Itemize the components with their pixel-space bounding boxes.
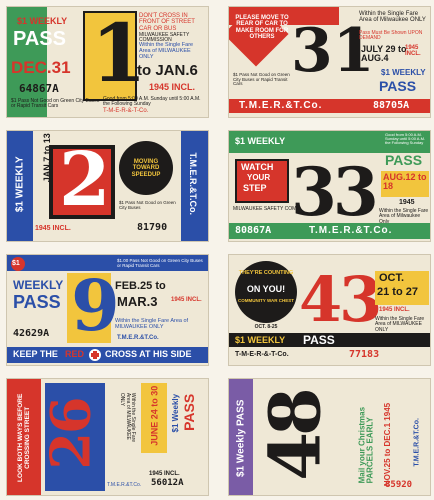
date-range: JUNE 24 to 30 — [149, 385, 160, 446]
serial-number: 77183 — [349, 349, 380, 360]
area-text: Within the Single Fare Area of MILWAUKEE… — [375, 316, 425, 333]
demand-text: Pass Must Be Shown UPON DEMAND — [359, 30, 423, 42]
pass-kicker: $1 Weekly — [171, 393, 181, 433]
year-text: 1945 INCL. — [379, 307, 410, 313]
year-text: 1945 INCL. — [149, 471, 180, 477]
date-range: 21 to 27 — [377, 286, 418, 298]
badge-line-1: WATCH — [241, 162, 274, 172]
pass-title: PASS — [385, 152, 423, 168]
pass-title: PASS — [379, 78, 417, 94]
serial-number: 88705A — [373, 100, 410, 111]
company-name: T-M-E-R-&-T-Co. — [103, 108, 149, 114]
pass-title: $1 Weekly PASS — [235, 399, 247, 477]
pass-number: 33 — [291, 153, 379, 231]
pass-title: PASS — [181, 393, 198, 431]
restriction-note: $1 Pass Not Good on Green City Buses or … — [11, 98, 100, 110]
emblem-line-2: ON YOU! — [246, 284, 286, 294]
date-range: JULY 29 to AUG.4 — [361, 44, 407, 64]
serial-number: 80867A — [235, 225, 272, 236]
pass-card-33: $1 WEEKLY PASS WATCH YOUR STEP MILWAUKEE… — [228, 130, 431, 242]
serial-number: 85920 — [385, 480, 413, 490]
date-range: AUG.12 to 18 — [383, 172, 427, 192]
pass-title: PASS — [13, 28, 66, 50]
pass-title: $1 WEEKLY — [14, 156, 26, 213]
pass-number: 48 — [253, 391, 337, 481]
restriction-note: $1.00 Pass Not Good on Green City Buses … — [117, 258, 203, 268]
pass-kicker: $1 WEEKLY — [17, 16, 68, 26]
emblem-line-3: COMMUNITY WAR CHEST — [238, 298, 294, 303]
date-range: NOV.25 to DEC.1 1945 — [382, 402, 392, 487]
company-name: T.M.E.R.&T.Co. — [187, 152, 198, 215]
restriction-note: $1 Pass Not Good on Green City Buses or … — [233, 72, 290, 87]
end-date: to JAN.6 — [137, 62, 198, 79]
company-name: T.M.E.R.&T.Co. — [413, 418, 421, 467]
company-name: T.M.E.R.&T.Co. — [309, 225, 393, 236]
validity-text: Good from 5:00 A.M. Sunday until 5:00 A.… — [103, 96, 201, 108]
pass-card-9: $1 $1.00 Pass Not Good on Green City Bus… — [6, 254, 209, 366]
safety-slogan: LOOK BOTH WAYS BEFORE CROSSING STREET — [17, 393, 31, 482]
pass-card-43: THEY'RE COUNTING ON YOU! COMMUNITY WAR C… — [228, 254, 431, 366]
date-end: MAR.3 — [117, 294, 158, 309]
validity-text: Good from 5:00 A.M. Sunday until 5:00 A.… — [385, 132, 426, 146]
company-name: T.M.E.R.&T.Co. — [239, 100, 323, 111]
pass-number: 2 — [59, 137, 111, 223]
year-text: 1945 INCL. — [171, 297, 202, 303]
pass-card-2: $1 WEEKLY JAN.7 to 13 2 MOVING TOWARD SP… — [6, 130, 209, 242]
emblem-line-4: OCT. 8-25 — [254, 324, 278, 330]
pass-kicker: $1 WEEKLY — [235, 335, 286, 345]
pass-card-26: LOOK BOTH WAYS BEFORE CROSSING STREET 26… — [6, 378, 209, 496]
serial-number: 64867A — [19, 82, 59, 95]
pass-card-31: PLEASE MOVE TO REAR OF CAR TO MAKE ROOM … — [228, 6, 431, 118]
pass-card-1: $1 WEEKLY PASS DEC.31 1 DON'T CROSS IN F… — [6, 6, 209, 118]
pass-title-pass: PASS — [13, 292, 61, 312]
speedup-text: MOVING TOWARD SPEEDUP — [131, 159, 161, 178]
area-text: Within the Single Fare Area of MILWAUKEE… — [119, 392, 136, 443]
company-name: T.M.E.R.&T.Co. — [117, 335, 159, 341]
pass-number: 9 — [71, 264, 120, 347]
safety-text: MILWAUKEE SAFETY COM. — [233, 206, 298, 212]
courtesy-banner: PLEASE MOVE TO REAR OF CAR TO MAKE ROOM … — [235, 15, 289, 40]
footer-red: RED — [65, 349, 85, 359]
pass-card-48: $1 Weekly PASS 48 Mail your Christmas PA… — [228, 378, 431, 496]
pass-kicker: $1 WEEKLY — [381, 68, 426, 77]
date-month: OCT. — [379, 272, 405, 284]
year-text: 1945 — [399, 199, 415, 206]
warning-text: DON'T CROSS IN FRONT OF STREET CAR OR BU… — [139, 13, 195, 32]
pass-number: 26 — [38, 398, 103, 470]
year-text: 1945 INCL. — [35, 225, 71, 232]
christmas-message: Mail your Christmas PARCELS EARLY — [357, 406, 375, 484]
restriction-note: $1 Pass Not Good on Green City Buses — [119, 200, 176, 210]
pass-title: PASS — [303, 333, 335, 347]
company-name: T-M-E-R-&-T-Co. — [235, 351, 289, 358]
company-name: T.M.E.R.&T.Co. — [107, 482, 142, 488]
pass-kicker: $1 WEEKLY — [235, 136, 286, 146]
date-start: FEB.25 to — [115, 280, 166, 292]
pass-title-weekly: WEEKLY — [13, 278, 64, 292]
emblem-line-1: THEY'RE COUNTING — [238, 270, 294, 276]
pass-kicker: $1 — [12, 260, 20, 267]
pass-number: 43 — [299, 263, 382, 336]
start-date: DEC.31 — [11, 58, 71, 77]
area-text: Within the Single Fare Area of Milwaukee… — [359, 11, 426, 24]
year-text: 1945 INCL. — [405, 45, 421, 58]
area-text: Within the Single Fare Area of MILWAUKEE… — [139, 42, 194, 60]
badge-line-3: STEP — [243, 183, 267, 193]
year-text: 1945 INCL. — [149, 82, 196, 92]
serial-number: 56012A — [151, 478, 184, 488]
area-text: Within the Single Fare Area of MILWAUKEE… — [115, 318, 189, 330]
serial-number: 42629A — [13, 328, 50, 339]
red-cross-icon — [89, 349, 101, 361]
footer-keep: KEEP THE — [13, 349, 58, 359]
footer-cross: CROSS AT HIS SIDE — [105, 349, 192, 359]
badge-line-2: YOUR — [247, 173, 271, 182]
serial-number: 81790 — [137, 222, 168, 233]
